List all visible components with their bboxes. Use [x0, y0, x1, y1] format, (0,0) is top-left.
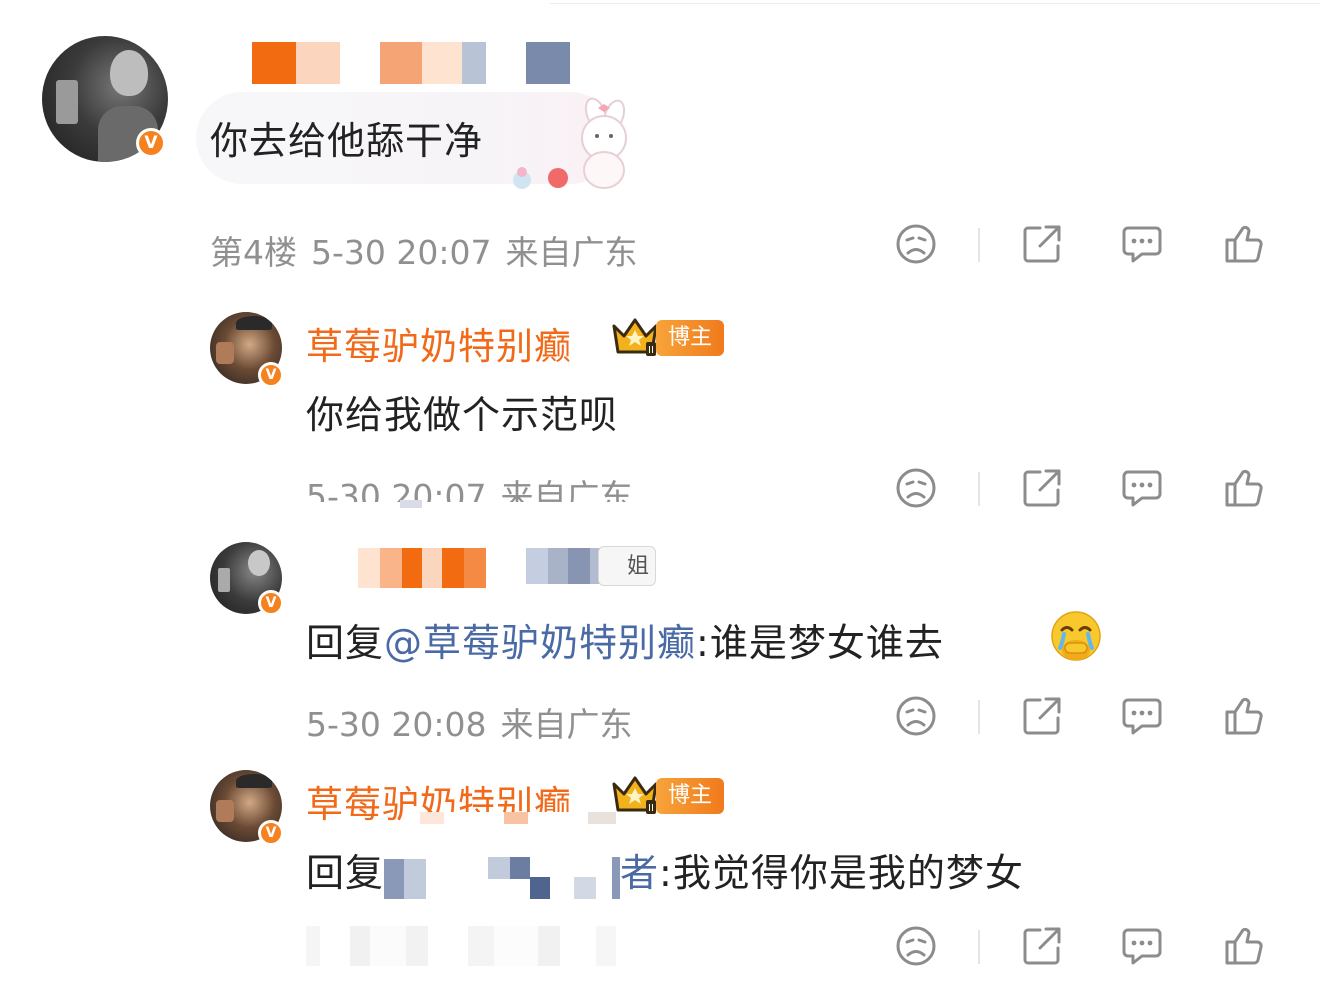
crown-icon: II: [612, 318, 658, 356]
comment-icon[interactable]: [1120, 222, 1164, 266]
thumbs-up-icon[interactable]: [1222, 222, 1266, 266]
mention-mosaic: [384, 855, 621, 899]
thumbs-up-icon[interactable]: [1222, 924, 1266, 968]
crying-emoji-icon: [1051, 611, 1101, 661]
comment-actions: [894, 694, 1274, 742]
share-icon[interactable]: [1020, 694, 1064, 738]
share-icon[interactable]: [1020, 924, 1064, 968]
reply-prefix: 回复: [306, 851, 385, 895]
comment-icon[interactable]: [1120, 694, 1164, 738]
reply-prefix: 回复: [306, 621, 385, 665]
timestamp: 5-30 20:08: [306, 705, 487, 744]
comment-meta: 5-30 20:08 来自广东: [306, 698, 633, 746]
comment-meta: 第4楼 5-30 20:07 来自广东: [210, 226, 638, 274]
username-mosaic: [252, 42, 570, 84]
author-name[interactable]: 草莓驴奶特别癫: [306, 316, 572, 370]
location: 来自广东: [505, 233, 638, 272]
floor-number: 第4楼: [210, 233, 297, 272]
comment-text: 你去给他舔干净: [210, 119, 484, 163]
location: 来自广东: [500, 705, 633, 744]
blogger-tag: 博主: [656, 778, 725, 814]
mosaic-fragment: [420, 812, 640, 824]
action-divider: [978, 472, 980, 506]
share-icon[interactable]: [1020, 222, 1064, 266]
action-divider: [978, 700, 980, 734]
comment-text: 你给我做个示范呗: [306, 393, 619, 437]
sad-face-icon[interactable]: [894, 222, 938, 266]
meta-mosaic: [306, 926, 656, 966]
timestamp: 5-30 20:07: [311, 233, 492, 272]
share-icon[interactable]: [1020, 466, 1064, 510]
location: 来自广东: [500, 477, 633, 502]
action-divider: [978, 930, 980, 964]
thumbs-up-icon[interactable]: [1222, 466, 1266, 510]
svg-text:II: II: [648, 803, 654, 814]
sad-face-icon[interactable]: [894, 694, 938, 738]
comment-actions: [894, 924, 1274, 972]
reply-text: :我觉得你是我的梦女: [659, 851, 1024, 895]
sad-face-icon[interactable]: [894, 466, 938, 510]
thumbs-up-icon[interactable]: [1222, 694, 1266, 738]
user-tag: 姐: [598, 546, 656, 586]
verified-v-icon: V: [258, 362, 284, 388]
verified-v-icon: V: [258, 820, 284, 846]
svg-text:II: II: [648, 345, 654, 356]
mention-link[interactable]: @草莓驴奶特别癫: [384, 621, 696, 665]
comment-icon[interactable]: [1120, 466, 1164, 510]
comment-text: 回复 者:我觉得你是我的梦女: [306, 842, 1024, 899]
mosaic-fragment: [400, 500, 422, 508]
comment-meta: 5-30 20:07 来自广东: [306, 470, 633, 502]
comment-actions: [894, 466, 1274, 514]
bunny-sticker: [513, 97, 627, 189]
crown-icon: II: [612, 776, 658, 814]
username-mosaic: [358, 548, 508, 588]
comment-actions: [894, 222, 1274, 270]
verified-v-icon: V: [136, 128, 166, 158]
blogger-tag: 博主: [656, 320, 725, 356]
verified-v-icon: V: [258, 590, 284, 616]
sad-face-icon[interactable]: [894, 924, 938, 968]
timestamp: 5-30 20:07: [306, 477, 487, 502]
action-divider: [978, 228, 980, 262]
mention-link[interactable]: 者: [620, 851, 659, 895]
comment-icon[interactable]: [1120, 924, 1164, 968]
comment-text: 回复@草莓驴奶特别癫:谁是梦女谁去: [306, 612, 944, 667]
top-divider: [550, 3, 1320, 4]
reply-text: :谁是梦女谁去: [696, 621, 944, 665]
